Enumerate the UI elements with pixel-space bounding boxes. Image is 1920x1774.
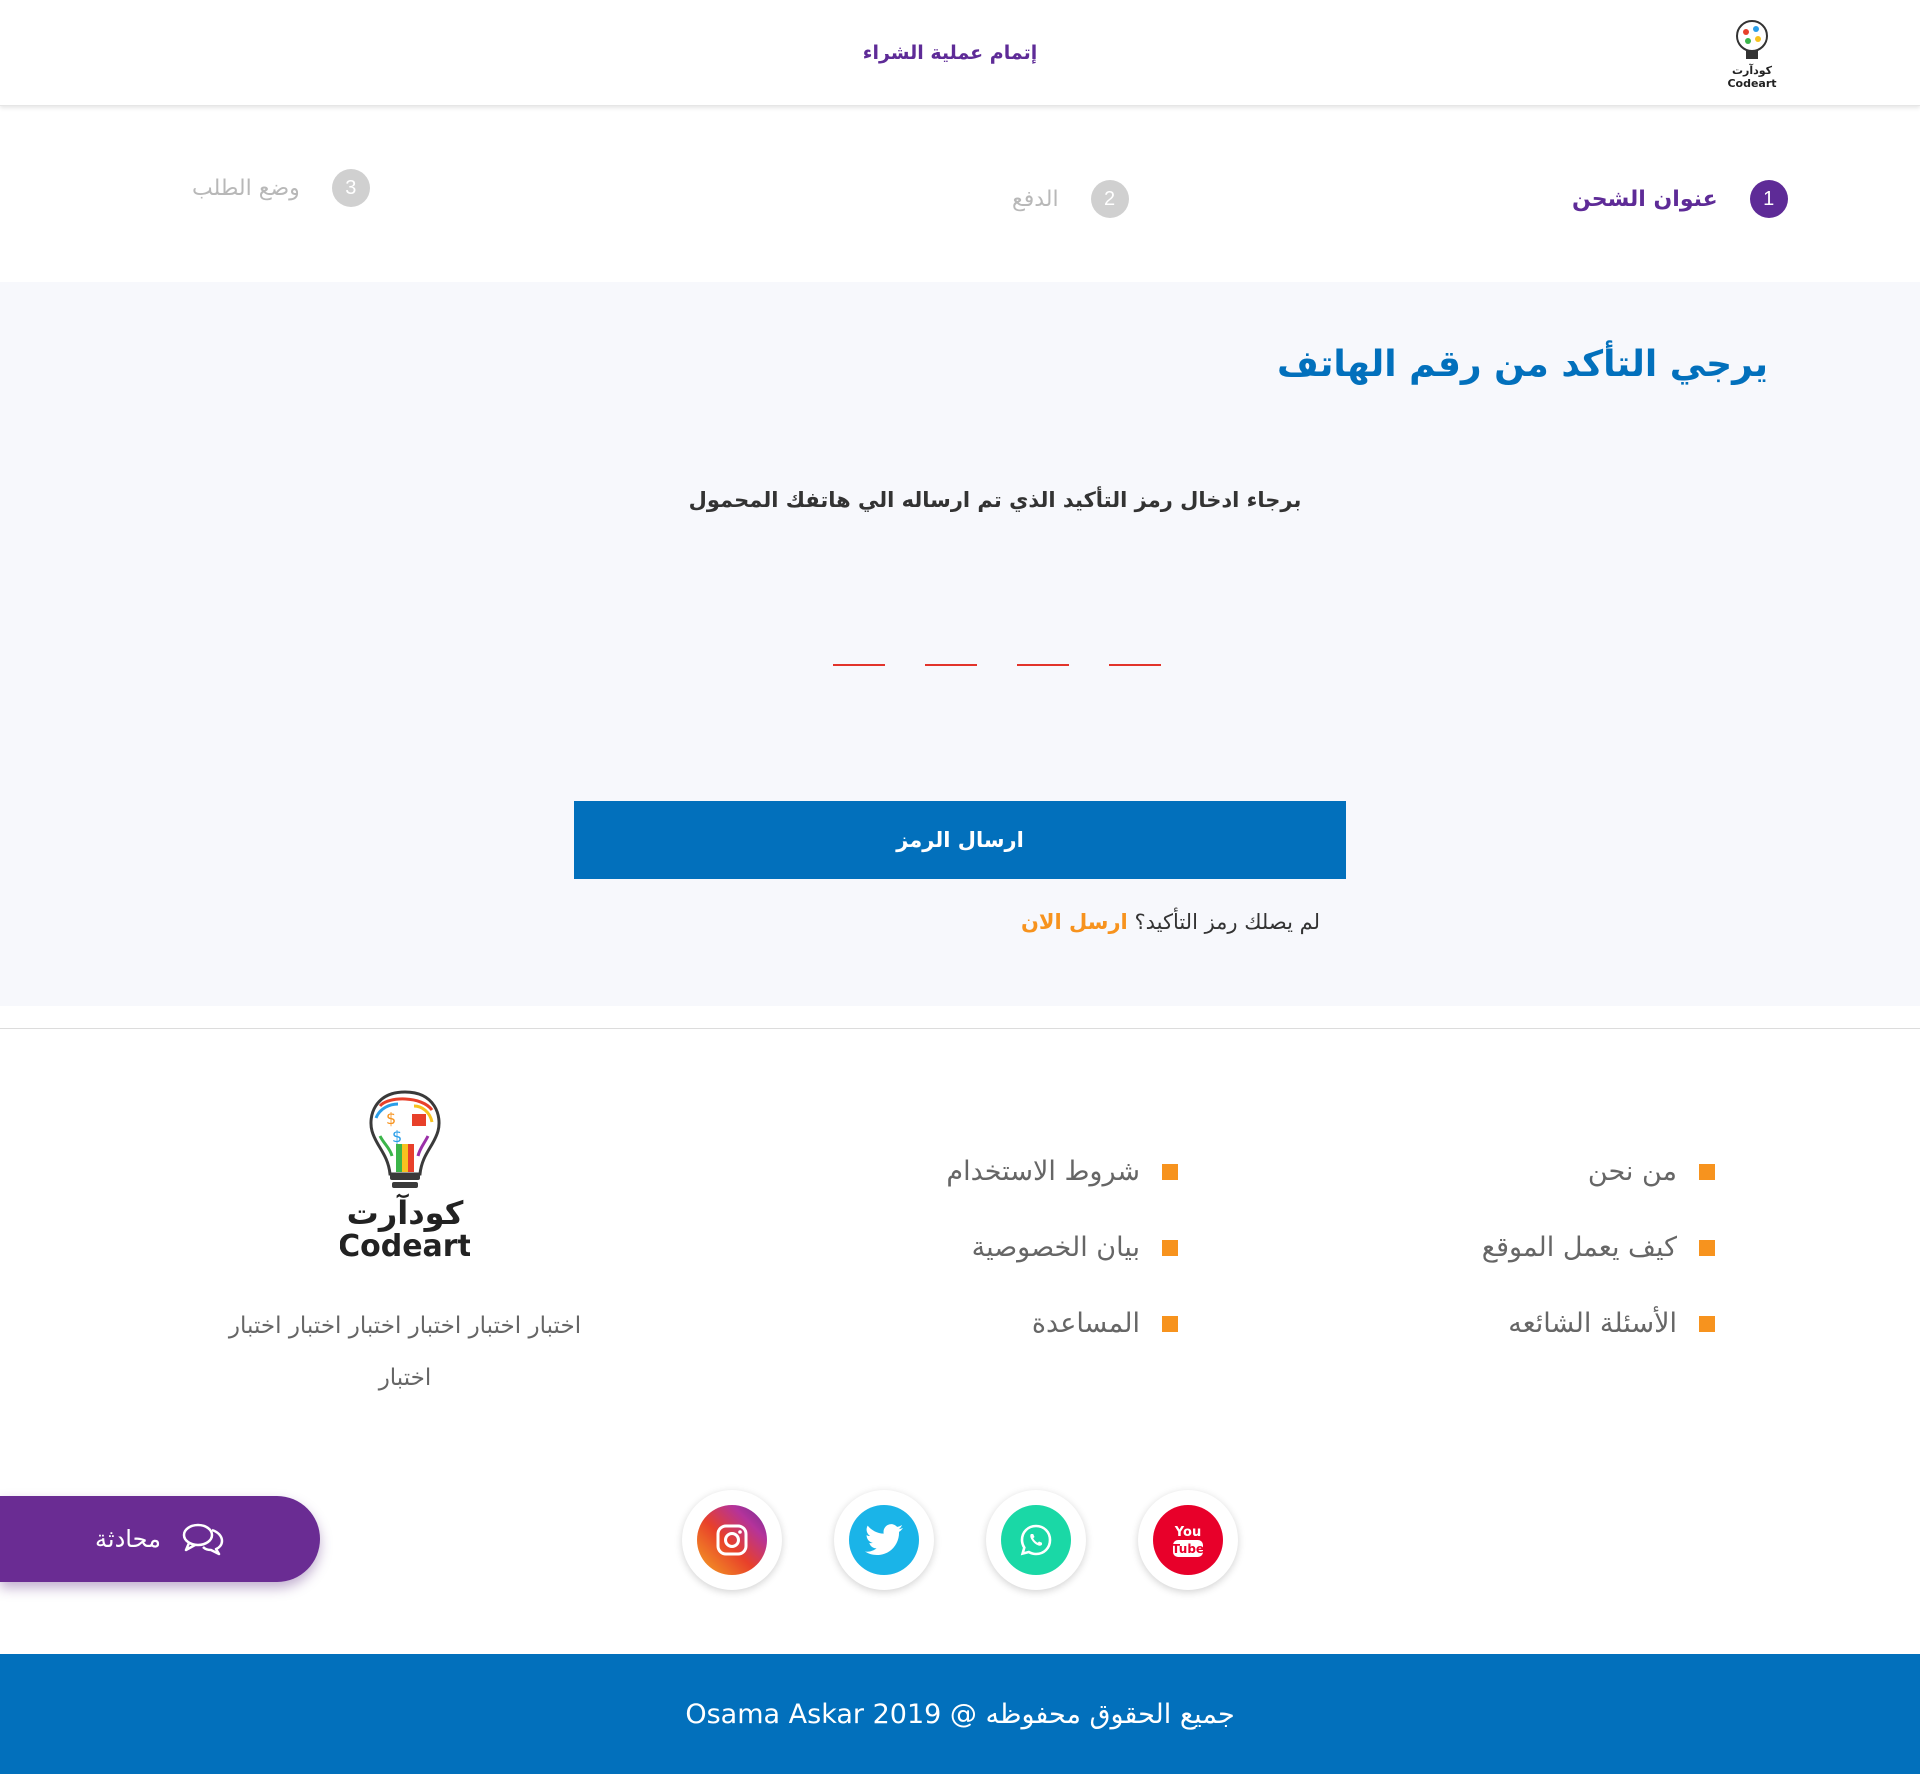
square-bullet-icon — [1162, 1239, 1178, 1256]
step-number: 1 — [1749, 180, 1788, 218]
step-label: عنوان الشحن — [1572, 186, 1718, 212]
step-place-order[interactable]: وضع الطلب 3 — [192, 169, 370, 207]
youtube-button[interactable]: You Tube — [1138, 1490, 1238, 1590]
footer-link-about[interactable]: من نحن — [1588, 1156, 1715, 1187]
footer-link-label: بيان الخصوصية — [971, 1232, 1140, 1263]
svg-text:You: You — [1174, 1525, 1201, 1540]
svg-text:كودآرت: كودآرت — [1732, 63, 1773, 77]
footer-divider — [0, 1028, 1920, 1029]
svg-text:Codeart: Codeart — [1727, 77, 1776, 90]
youtube-icon: You Tube — [1153, 1505, 1223, 1575]
whatsapp-button[interactable] — [986, 1490, 1086, 1590]
footer-description: اختبار اختبار اختبار اختبار اختبار اختبا… — [228, 1313, 582, 1391]
chat-label: محادثة — [95, 1525, 161, 1553]
instagram-button[interactable] — [682, 1490, 782, 1590]
svg-text:$: $ — [392, 1127, 402, 1146]
page-title: إتمام عملية الشراء — [862, 42, 1038, 64]
step-payment[interactable]: الدفع 2 — [1012, 180, 1129, 218]
footer-link-label: شروط الاستخدام — [946, 1156, 1140, 1187]
square-bullet-icon — [1699, 1163, 1715, 1180]
chat-bubbles-icon — [182, 1523, 224, 1556]
step-number: 3 — [331, 169, 370, 207]
step-label: وضع الطلب — [192, 175, 300, 201]
step-number: 2 — [1090, 180, 1129, 218]
resend-now-link[interactable]: ارسل الان — [1021, 910, 1128, 934]
footer-link-terms[interactable]: شروط الاستخدام — [946, 1156, 1178, 1187]
checkout-stepper: عنوان الشحن 1 الدفع 2 وضع الطلب 3 — [0, 106, 1920, 282]
copyright-text: جميع الحقوق محفوظه @ 2019 Osama Askar — [685, 1698, 1235, 1730]
footer-link-label: المساعدة — [1031, 1308, 1140, 1339]
resend-question: لم يصلك رمز التأكيد؟ — [1134, 910, 1320, 934]
send-code-button[interactable]: ارسال الرمز — [574, 801, 1346, 879]
square-bullet-icon — [1699, 1315, 1715, 1332]
footer-codeart-logo: $ $ كودآرت Codeart — [340, 1090, 470, 1264]
square-bullet-icon — [1699, 1239, 1715, 1256]
svg-text:$: $ — [386, 1109, 396, 1128]
footer-link-label: الأسئلة الشائعه — [1508, 1308, 1677, 1339]
footer-link-help[interactable]: المساعدة — [1032, 1308, 1178, 1339]
svg-text:كودآرت: كودآرت — [347, 1193, 464, 1232]
twitter-button[interactable] — [834, 1490, 934, 1590]
copyright-bar: جميع الحقوق محفوظه @ 2019 Osama Askar — [0, 1654, 1920, 1774]
top-header: إتمام عملية الشراء كودآرت Codeart — [0, 0, 1920, 106]
svg-text:Codeart: Codeart — [340, 1229, 470, 1264]
footer-link-label: كيف يعمل الموقع — [1481, 1232, 1677, 1263]
codeart-logo[interactable]: كودآرت Codeart — [1724, 16, 1780, 92]
footer-link-privacy[interactable]: بيان الخصوصية — [972, 1232, 1178, 1263]
resend-text: لم يصلك رمز التأكيد؟ ارسل الان — [1000, 910, 1320, 934]
chat-button[interactable]: محادثة — [0, 1496, 320, 1582]
verification-section: يرجي التأكد من رقم الهاتف برجاء ادخال رم… — [0, 282, 1920, 1006]
step-label: الدفع — [1012, 186, 1059, 212]
otp-digit-input[interactable] — [1017, 664, 1069, 666]
footer-link-faq[interactable]: الأسئلة الشائعه — [1508, 1308, 1715, 1339]
otp-digit-input[interactable] — [925, 664, 977, 666]
footer-link-label: من نحن — [1587, 1156, 1677, 1187]
square-bullet-icon — [1162, 1163, 1178, 1180]
verification-instruction: برجاء ادخال رمز التأكيد الذي تم ارساله ا… — [688, 488, 1302, 512]
whatsapp-icon — [1001, 1505, 1071, 1575]
otp-digit-input[interactable] — [1109, 664, 1161, 666]
square-bullet-icon — [1162, 1315, 1178, 1332]
otp-digit-input[interactable] — [833, 664, 885, 666]
instagram-icon — [697, 1505, 767, 1575]
step-shipping-address[interactable]: عنوان الشحن 1 — [1572, 180, 1788, 218]
verification-title: يرجي التأكد من رقم الهاتف — [1277, 344, 1768, 385]
twitter-icon — [849, 1505, 919, 1575]
footer-link-how-it-works[interactable]: كيف يعمل الموقع — [1482, 1232, 1715, 1263]
svg-text:Tube: Tube — [1172, 1542, 1204, 1556]
